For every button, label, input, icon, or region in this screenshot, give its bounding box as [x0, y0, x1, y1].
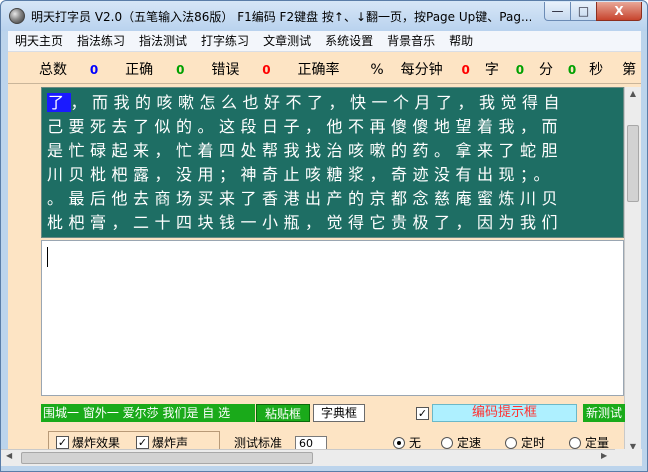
seconds-value: 0: [567, 63, 577, 77]
practice-text-line: 枇杷膏，二十四块钱一小瓶，觉得它贵极了，因为我们: [47, 213, 564, 232]
menu-item-fingering-test[interactable]: 指法测试: [132, 31, 194, 52]
current-char: 了: [47, 93, 71, 112]
client-area: 明天主页 指法练习 指法测试 打字练习 文章测试 系统设置 背景音乐 帮助 总数…: [8, 31, 641, 465]
correct-value: 0: [176, 63, 185, 77]
practice-text-line: 了，而我的咳嗽怎么也好不了，快一个月了，我觉得自: [47, 93, 566, 112]
burst-sound-checkbox[interactable]: ✓: [136, 436, 149, 449]
vertical-scroll-thumb[interactable]: [627, 125, 639, 202]
scroll-right-icon[interactable]: ▶: [601, 451, 607, 460]
app-logo-icon: [9, 8, 25, 24]
scroll-left-icon[interactable]: ◀: [6, 451, 12, 460]
divider: [8, 83, 641, 84]
code-hint-box[interactable]: 编码提示框: [432, 404, 577, 422]
new-test-button[interactable]: 新测试: [583, 404, 625, 422]
scroll-up-icon[interactable]: ▲: [628, 89, 638, 98]
scrollbar-corner: [615, 449, 642, 466]
title-bar[interactable]: 明天打字员 V2.0（五笔输入法86版） F1编码 F2键盘 按↑、↓翻一页，按…: [1, 1, 647, 31]
menu-item-help[interactable]: 帮助: [442, 31, 480, 52]
practice-text-line: 川贝枇杷露，没用；神奇止咳糖浆，奇迹没有出现；。: [47, 165, 556, 184]
menu-bar: 明天主页 指法练习 指法测试 打字练习 文章测试 系统设置 背景音乐 帮助: [8, 31, 641, 52]
typing-input-area[interactable]: [41, 240, 624, 396]
paste-box-button[interactable]: 粘贴框: [256, 404, 310, 422]
menu-item-home[interactable]: 明天主页: [8, 31, 70, 52]
error-value: 0: [262, 63, 271, 77]
practice-text-panel: 了，而我的咳嗽怎么也好不了，快一个月了，我觉得自 己要死去了似的。这段日子，他不…: [41, 87, 624, 238]
char-unit: 字: [484, 62, 499, 78]
menu-item-system-settings[interactable]: 系统设置: [318, 31, 380, 52]
per-minute-value: 0: [461, 63, 470, 77]
app-window: 明天打字员 V2.0（五笔输入法86版） F1编码 F2键盘 按↑、↓翻一页，按…: [0, 0, 648, 472]
practice-text-line: 己要死去了似的。这段日子，他不再傻傻地望着我，而: [47, 117, 564, 136]
menu-item-article-test[interactable]: 文章测试: [256, 31, 318, 52]
practice-text-line: 是忙碌起来，忙着四处帮我找治咳嗽的药。拿来了蛇胆: [47, 141, 564, 160]
correct-label: 正确: [125, 62, 154, 78]
vertical-scrollbar[interactable]: ▲ ▼: [624, 87, 641, 455]
hint-checkbox[interactable]: ✓: [416, 407, 429, 420]
accuracy-unit: %: [370, 62, 384, 78]
window-title: 明天打字员 V2.0（五笔输入法86版） F1编码 F2键盘 按↑、↓翻一页，按…: [31, 10, 531, 24]
per-minute-label: 每分钟: [400, 62, 443, 78]
menu-item-background-music[interactable]: 背景音乐: [380, 31, 442, 52]
article-select-strip[interactable]: 围城一 窗外一 爱尔莎 我们是 自 选: [41, 404, 255, 422]
practice-text-line: 。最后他去商场买来了香港出产的京都念慈庵蜜炼川贝: [47, 189, 564, 208]
mode-none-radio[interactable]: [393, 437, 405, 449]
mode-time-radio[interactable]: [505, 437, 517, 449]
total-value: 0: [89, 63, 99, 77]
minute-unit: 分: [538, 62, 553, 78]
menu-item-fingering-practice[interactable]: 指法练习: [70, 31, 132, 52]
horizontal-scroll-thumb[interactable]: [21, 452, 313, 464]
accuracy-label: 正确率: [297, 62, 340, 78]
maximize-button[interactable]: □: [570, 2, 597, 21]
burst-effect-checkbox[interactable]: ✓: [56, 436, 69, 449]
error-label: 错误: [211, 62, 240, 78]
text-caret: [47, 247, 48, 267]
total-label: 总数: [39, 62, 67, 78]
menu-item-typing-practice[interactable]: 打字练习: [194, 31, 256, 52]
horizontal-scrollbar[interactable]: ◀ ▶: [1, 449, 615, 466]
dictionary-box-button[interactable]: 字典框: [313, 404, 365, 422]
stats-bar: 总数 0 正确 0 错误 0 正确率 % 每分钟 0 字 0 分 0 秒 第: [39, 59, 639, 81]
minutes-value: 0: [515, 63, 525, 77]
bottom-toolbar: 围城一 窗外一 爱尔莎 我们是 自 选 粘贴框 字典框 ✓ 编码提示框 新测试: [8, 401, 641, 423]
close-button[interactable]: X: [596, 2, 642, 21]
mode-speed-radio[interactable]: [441, 437, 453, 449]
page-label: 第: [622, 62, 637, 78]
minimize-button[interactable]: —: [544, 2, 571, 21]
mode-amount-radio[interactable]: [569, 437, 581, 449]
second-unit: 秒: [589, 62, 604, 78]
